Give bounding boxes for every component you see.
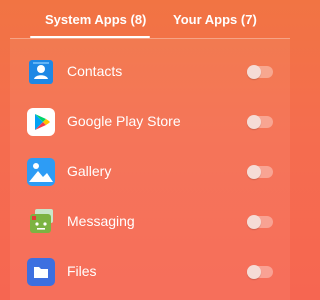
messaging-icon <box>30 209 53 233</box>
toggle-knob <box>247 215 261 229</box>
app-name: Contacts <box>67 63 123 79</box>
app-row-contacts[interactable]: Contacts <box>10 51 290 91</box>
app-toggle-messaging[interactable] <box>247 215 273 229</box>
app-name: Files <box>67 263 97 279</box>
app-list: Contacts Google Play Store Gallery Messa… <box>10 39 290 300</box>
app-toggle-contacts[interactable] <box>247 65 273 79</box>
app-row-messaging[interactable]: Messaging <box>10 201 290 241</box>
app-toggle-files[interactable] <box>247 265 273 279</box>
tab-system-apps[interactable]: System Apps (8) <box>45 12 146 27</box>
tab-your-apps[interactable]: Your Apps (7) <box>173 12 257 27</box>
toggle-knob <box>247 115 261 129</box>
toggle-knob <box>247 165 261 179</box>
google-play-icon <box>27 108 55 136</box>
app-name: Gallery <box>67 163 112 179</box>
toggle-knob <box>247 265 261 279</box>
app-toggle-gallery[interactable] <box>247 165 273 179</box>
app-row-google-play-store[interactable]: Google Play Store <box>10 101 290 141</box>
app-name: Google Play Store <box>67 113 181 129</box>
toggle-knob <box>247 65 261 79</box>
gallery-icon <box>27 158 55 186</box>
contacts-icon <box>29 60 53 84</box>
app-toggle-google-play-store[interactable] <box>247 115 273 129</box>
app-row-gallery[interactable]: Gallery <box>10 151 290 191</box>
app-row-files[interactable]: Files <box>10 251 290 291</box>
tab-bar: System Apps (8) Your Apps (7) <box>0 0 300 40</box>
files-icon <box>27 258 55 286</box>
app-name: Messaging <box>67 213 135 229</box>
